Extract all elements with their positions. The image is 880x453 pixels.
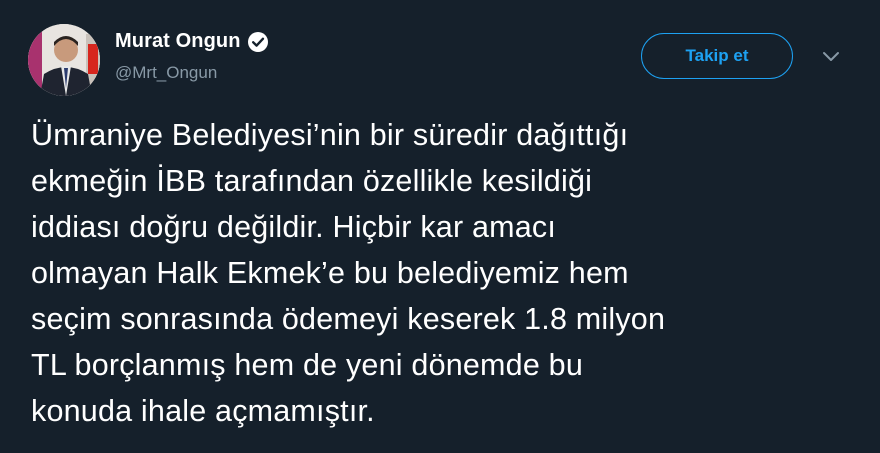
profile-photo — [28, 24, 100, 96]
follow-button[interactable]: Takip et — [641, 33, 793, 79]
avatar[interactable] — [28, 24, 100, 96]
display-name[interactable]: Murat Ongun — [115, 30, 241, 53]
chevron-down-icon[interactable] — [820, 48, 842, 66]
author-name-row: Murat Ongun — [115, 30, 269, 53]
verified-badge-icon — [247, 31, 269, 53]
tweet-card: Murat Ongun @Mrt_Ongun Takip et Ümraniye… — [0, 0, 880, 453]
user-handle[interactable]: @Mrt_Ongun — [115, 63, 217, 83]
tweet-text: Ümraniye Belediyesi’nin bir süredir dağı… — [31, 118, 666, 428]
